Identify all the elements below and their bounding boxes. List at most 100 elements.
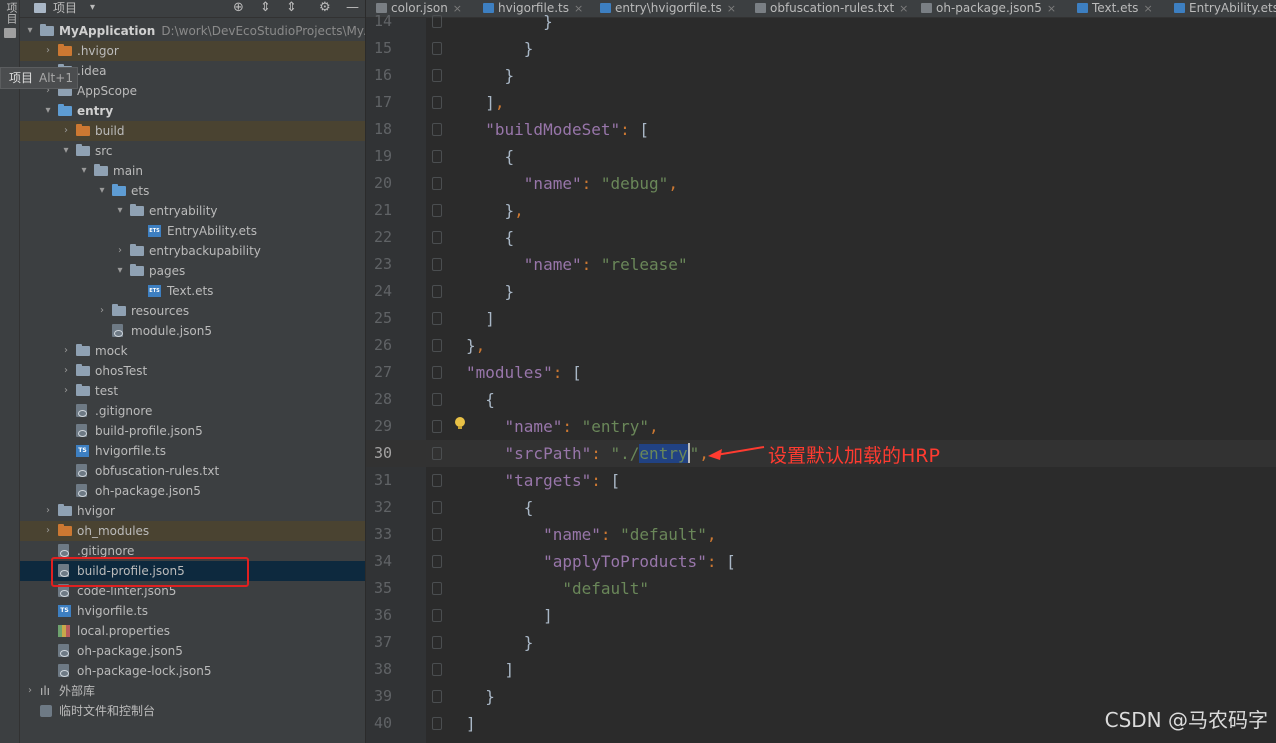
code-line[interactable]: 27 "modules": [ xyxy=(366,359,1276,386)
tree-item[interactable]: oh-package.json5 xyxy=(20,641,365,661)
tree-item[interactable]: ▾ pages xyxy=(20,261,365,281)
tree-item[interactable]: ETS EntryAbility.ets xyxy=(20,221,365,241)
chevron-right-icon[interactable]: › xyxy=(60,341,72,361)
fold-marker-icon[interactable] xyxy=(432,123,442,136)
chevron-down-icon[interactable]: ▾ xyxy=(96,181,108,201)
chevron-right-icon[interactable]: › xyxy=(114,241,126,261)
tree-item[interactable]: TS hvigorfile.ts xyxy=(20,441,365,461)
fold-marker-icon[interactable] xyxy=(432,150,442,163)
chevron-right-icon[interactable]: › xyxy=(42,521,54,541)
chevron-down-icon[interactable]: ▾ xyxy=(60,141,72,161)
fold-marker-icon[interactable] xyxy=(432,231,442,244)
chevron-down-icon[interactable]: ▾ xyxy=(114,261,126,281)
fold-marker-icon[interactable] xyxy=(432,312,442,325)
code-line[interactable]: 15 } xyxy=(366,35,1276,62)
fold-marker-icon[interactable] xyxy=(432,420,442,433)
code-line[interactable]: 16 } xyxy=(366,62,1276,89)
fold-marker-icon[interactable] xyxy=(432,717,442,730)
fold-marker-icon[interactable] xyxy=(432,285,442,298)
code-line[interactable]: 26}, xyxy=(366,332,1276,359)
tree-item[interactable]: obfuscation-rules.txt xyxy=(20,461,365,481)
tree-item[interactable]: › mock xyxy=(20,341,365,361)
tree-item[interactable]: ▾ entryability xyxy=(20,201,365,221)
fold-marker-icon[interactable] xyxy=(432,69,442,82)
chevron-right-icon[interactable]: › xyxy=(60,121,72,141)
tree-item[interactable]: › ohosTest xyxy=(20,361,365,381)
fold-marker-icon[interactable] xyxy=(432,609,442,622)
tree-item[interactable]: › entrybackupability xyxy=(20,241,365,261)
fold-marker-icon[interactable] xyxy=(432,96,442,109)
chevron-right-icon[interactable]: › xyxy=(60,361,72,381)
code-line[interactable]: 25 ] xyxy=(366,305,1276,332)
tree-item[interactable]: ▾ main xyxy=(20,161,365,181)
tree-item[interactable]: ETS Text.ets xyxy=(20,281,365,301)
fold-marker-icon[interactable] xyxy=(432,15,442,28)
project-tool-button[interactable]: 项目 xyxy=(3,2,18,24)
fold-marker-icon[interactable] xyxy=(432,528,442,541)
code-line[interactable]: 33 "name": "default", xyxy=(366,521,1276,548)
tree-item[interactable]: › build xyxy=(20,121,365,141)
code-line[interactable]: 28 { xyxy=(366,386,1276,413)
code-line[interactable]: 31 "targets": [ xyxy=(366,467,1276,494)
fold-marker-icon[interactable] xyxy=(432,474,442,487)
code-line[interactable]: 35 "default" xyxy=(366,575,1276,602)
tree-item[interactable]: oh-package-lock.json5 xyxy=(20,661,365,681)
chevron-down-icon[interactable]: ▾ xyxy=(114,201,126,221)
chevron-right-icon[interactable]: › xyxy=(24,681,36,701)
tree-item[interactable]: .gitignore xyxy=(20,401,365,421)
fold-marker-icon[interactable] xyxy=(432,42,442,55)
fold-marker-icon[interactable] xyxy=(432,204,442,217)
chevron-right-icon[interactable]: › xyxy=(96,301,108,321)
collapse-all-icon[interactable]: ⇕ xyxy=(286,0,297,16)
fold-marker-icon[interactable] xyxy=(432,258,442,271)
code-line[interactable]: 38 ] xyxy=(366,656,1276,683)
tree-item[interactable]: local.properties xyxy=(20,621,365,641)
tree-item[interactable]: TS hvigorfile.ts xyxy=(20,601,365,621)
fold-marker-icon[interactable] xyxy=(432,582,442,595)
chevron-right-icon[interactable]: › xyxy=(42,41,54,61)
lightbulb-icon[interactable] xyxy=(455,417,465,430)
code-line[interactable]: 36 ] xyxy=(366,602,1276,629)
chevron-down-icon[interactable]: ▾ xyxy=(78,161,90,181)
fold-marker-icon[interactable] xyxy=(432,555,442,568)
tree-item[interactable]: › test xyxy=(20,381,365,401)
code-line[interactable]: 24 } xyxy=(366,278,1276,305)
tree-item[interactable]: module.json5 xyxy=(20,321,365,341)
code-line[interactable]: 21 }, xyxy=(366,197,1276,224)
tree-item[interactable]: 临时文件和控制台 xyxy=(20,701,365,721)
code-line[interactable]: 14 } xyxy=(366,8,1276,35)
code-line[interactable]: 19 { xyxy=(366,143,1276,170)
chevron-down-icon[interactable]: ▾ xyxy=(42,101,54,121)
tree-item[interactable]: oh-package.json5 xyxy=(20,481,365,501)
gear-icon[interactable]: ⚙ xyxy=(319,0,331,16)
tree-item[interactable]: › .hvigor xyxy=(20,41,365,61)
fold-marker-icon[interactable] xyxy=(432,501,442,514)
chevron-down-icon[interactable]: ▾ xyxy=(24,21,36,41)
tree-item[interactable]: › resources xyxy=(20,301,365,321)
fold-marker-icon[interactable] xyxy=(432,393,442,406)
tree-item[interactable]: › oh_modules xyxy=(20,521,365,541)
chevron-down-icon[interactable]: ▾ xyxy=(90,0,95,16)
code-line[interactable]: 32 { xyxy=(366,494,1276,521)
fold-marker-icon[interactable] xyxy=(432,177,442,190)
fold-marker-icon[interactable] xyxy=(432,366,442,379)
tree-item[interactable]: ▾ src xyxy=(20,141,365,161)
code-line[interactable]: 37 } xyxy=(366,629,1276,656)
chevron-right-icon[interactable]: › xyxy=(60,381,72,401)
tree-item[interactable]: › hvigor xyxy=(20,501,365,521)
expand-all-icon[interactable]: ⇕ xyxy=(260,0,271,16)
code-line[interactable]: 18 "buildModeSet": [ xyxy=(366,116,1276,143)
code-line[interactable]: 17 ], xyxy=(366,89,1276,116)
tree-item[interactable]: ▾ ets xyxy=(20,181,365,201)
code-line[interactable]: 34 "applyToProducts": [ xyxy=(366,548,1276,575)
locate-file-icon[interactable]: ⊕ xyxy=(233,0,244,16)
chevron-right-icon[interactable]: › xyxy=(42,501,54,521)
fold-marker-icon[interactable] xyxy=(432,690,442,703)
code-line[interactable]: 22 { xyxy=(366,224,1276,251)
fold-marker-icon[interactable] xyxy=(432,663,442,676)
tree-item[interactable]: build-profile.json5 xyxy=(20,421,365,441)
code-line[interactable]: 29 "name": "entry", xyxy=(366,413,1276,440)
project-view-selector[interactable]: 项目 xyxy=(53,0,77,16)
code-line[interactable]: 20 "name": "debug", xyxy=(366,170,1276,197)
fold-marker-icon[interactable] xyxy=(432,339,442,352)
